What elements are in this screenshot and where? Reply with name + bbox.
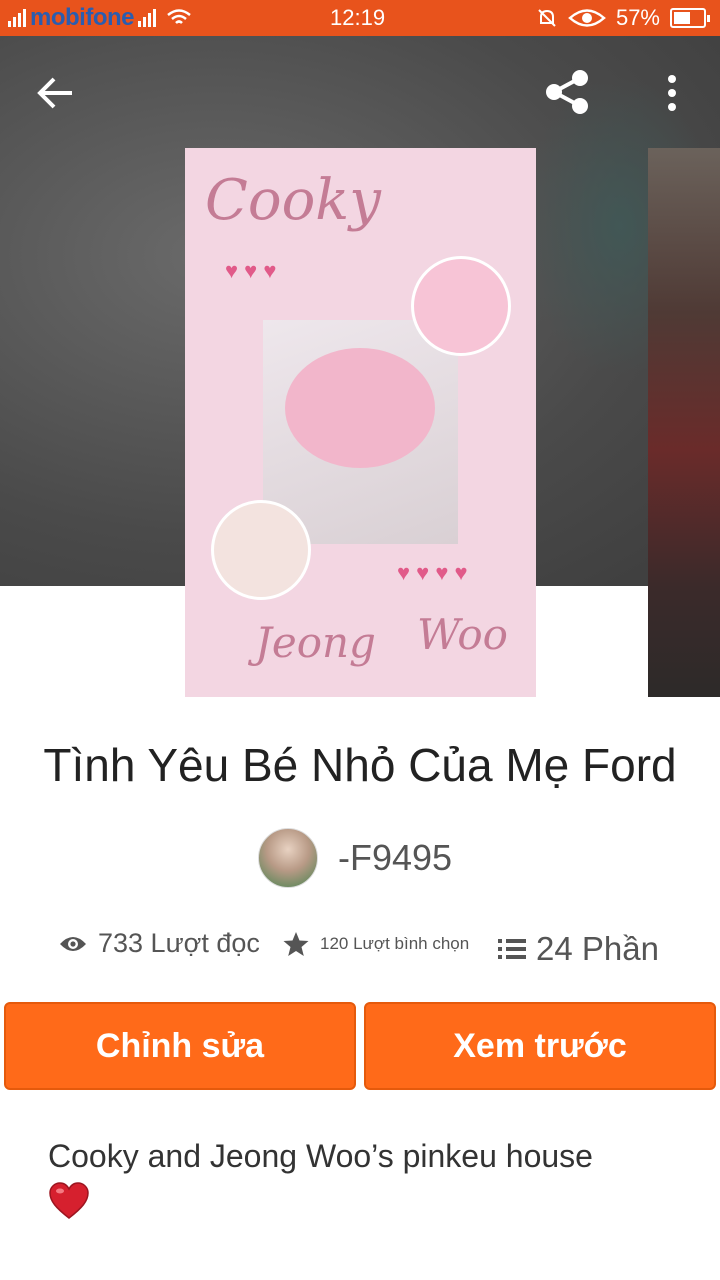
next-story-cover[interactable] bbox=[648, 148, 720, 697]
cover-hearts-2: ♥ ♥ ♥ ♥ bbox=[397, 560, 468, 585]
arrow-left-icon bbox=[37, 77, 72, 109]
star-icon bbox=[283, 932, 309, 956]
share-icon bbox=[546, 70, 588, 114]
story-stats: 733 Lượt đọc 120 Lượt bình chọn 24 Phần bbox=[58, 924, 698, 976]
parts-stat[interactable]: 24 Phần bbox=[498, 930, 659, 968]
description-text: Cooky and Jeong Woo’s pinkeu house bbox=[48, 1138, 593, 1174]
more-vertical-icon bbox=[668, 75, 676, 111]
avatar[interactable] bbox=[258, 828, 318, 888]
cover-word-1: Cooky bbox=[205, 168, 381, 233]
signal-icon bbox=[8, 9, 26, 27]
list-icon bbox=[498, 939, 526, 959]
author-name[interactable]: -F9495 bbox=[338, 837, 452, 879]
parts-count[interactable]: 24 Phần bbox=[536, 930, 659, 968]
eye-icon bbox=[568, 9, 606, 27]
cover-hearts: ♥ ♥ ♥ bbox=[225, 258, 277, 283]
cover-plush bbox=[285, 348, 435, 468]
more-options-button[interactable] bbox=[658, 70, 686, 116]
cover-word-2: Jeong bbox=[255, 618, 376, 667]
cover-badge-cooky bbox=[411, 256, 511, 356]
battery-fill bbox=[674, 12, 690, 24]
cover-word-3: Woo bbox=[417, 610, 508, 659]
author[interactable]: -F9495 bbox=[258, 828, 452, 888]
wifi-icon bbox=[167, 9, 191, 24]
status-bar: mobifone 12:19 57% bbox=[0, 0, 720, 36]
battery-percent: 57% bbox=[615, 5, 660, 30]
story-description: Cooky and Jeong Woo’s pinkeu house bbox=[48, 1134, 688, 1231]
share-button[interactable] bbox=[540, 66, 596, 118]
carrier: mobifone bbox=[8, 4, 192, 32]
preview-button[interactable]: Xem trước bbox=[364, 1002, 716, 1090]
carrier-name: mobifone bbox=[30, 4, 135, 31]
signal-icon-2 bbox=[138, 9, 156, 27]
back-button[interactable] bbox=[30, 70, 82, 116]
status-right: 57% bbox=[536, 5, 710, 31]
votes-stat: 120 Lượt bình chọn bbox=[282, 930, 469, 958]
story-cover[interactable]: ♥ ♥ ♥ ♥ ♥ ♥ ♥ Cooky Jeong Woo bbox=[185, 148, 536, 697]
eye-icon bbox=[60, 936, 86, 951]
edit-button[interactable]: Chỉnh sửa bbox=[4, 1002, 356, 1090]
battery-icon bbox=[670, 8, 710, 28]
reads-stat: 733 Lượt đọc bbox=[58, 928, 260, 959]
story-title: Tình Yêu Bé Nhỏ Của Mẹ Ford bbox=[43, 739, 677, 791]
heart-icon bbox=[49, 1182, 89, 1219]
cover-badge-doll bbox=[211, 500, 311, 600]
reads-count: 733 Lượt đọc bbox=[98, 928, 260, 958]
clock: 12:19 bbox=[330, 5, 386, 30]
votes-count: 120 Lượt bình chọn bbox=[320, 934, 470, 953]
bell-off-icon bbox=[538, 9, 556, 27]
